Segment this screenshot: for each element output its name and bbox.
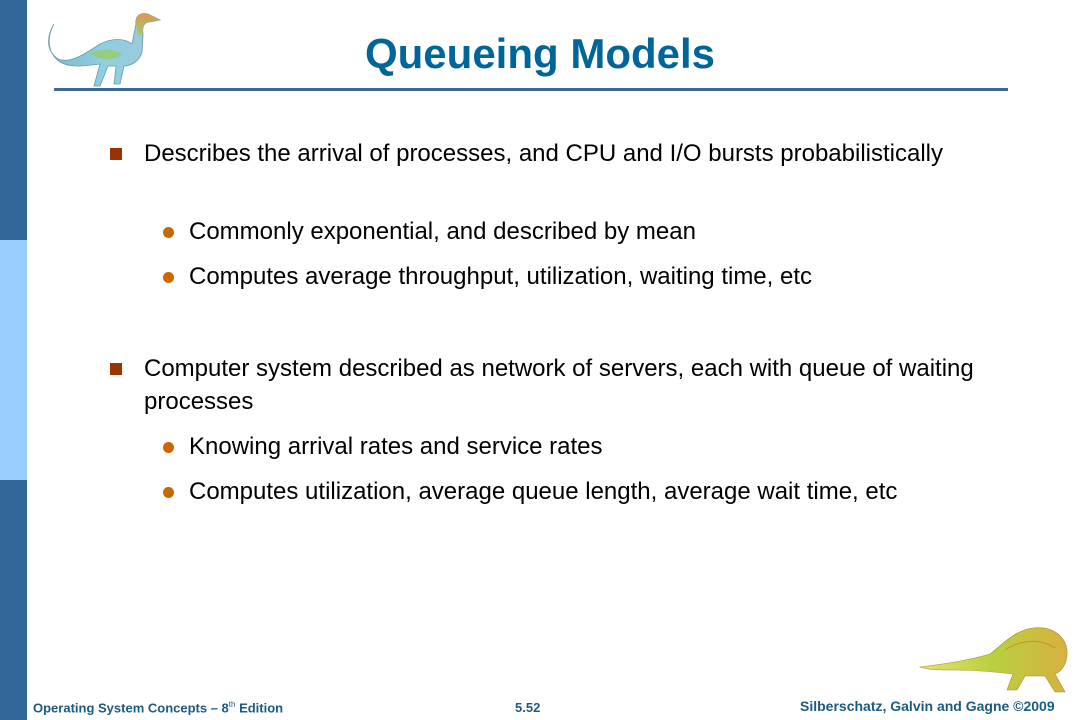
bullet-text: Computer system described as network of … bbox=[144, 355, 974, 415]
sub-bullet-text: Computes utilization, average queue leng… bbox=[189, 478, 898, 505]
sub-bullet-text: Commonly exponential, and described by m… bbox=[189, 218, 696, 245]
bullet-text: Describes the arrival of processes, and … bbox=[144, 140, 944, 167]
round-bullet-icon bbox=[163, 227, 174, 238]
footer-page-number: 5.52 bbox=[515, 700, 541, 715]
round-bullet-icon bbox=[163, 442, 174, 453]
slide-title: Queueing Models bbox=[364, 30, 716, 77]
footer-copyright: Silberschatz, Galvin and Gagne ©2009 bbox=[800, 698, 1055, 714]
sub-bullet-text: Computes average throughput, utilization… bbox=[189, 263, 813, 290]
round-bullet-icon bbox=[163, 487, 174, 498]
square-bullet-icon bbox=[110, 363, 122, 375]
footer-book-title: Operating System Concepts – 8th Edition bbox=[33, 700, 284, 716]
title-divider bbox=[54, 88, 1008, 91]
sub-bullet-text: Knowing arrival rates and service rates bbox=[189, 433, 603, 460]
sidebar-highlight bbox=[0, 240, 27, 480]
round-bullet-icon bbox=[163, 272, 174, 283]
square-bullet-icon bbox=[110, 148, 122, 160]
dinosaur-icon bbox=[918, 627, 1068, 693]
